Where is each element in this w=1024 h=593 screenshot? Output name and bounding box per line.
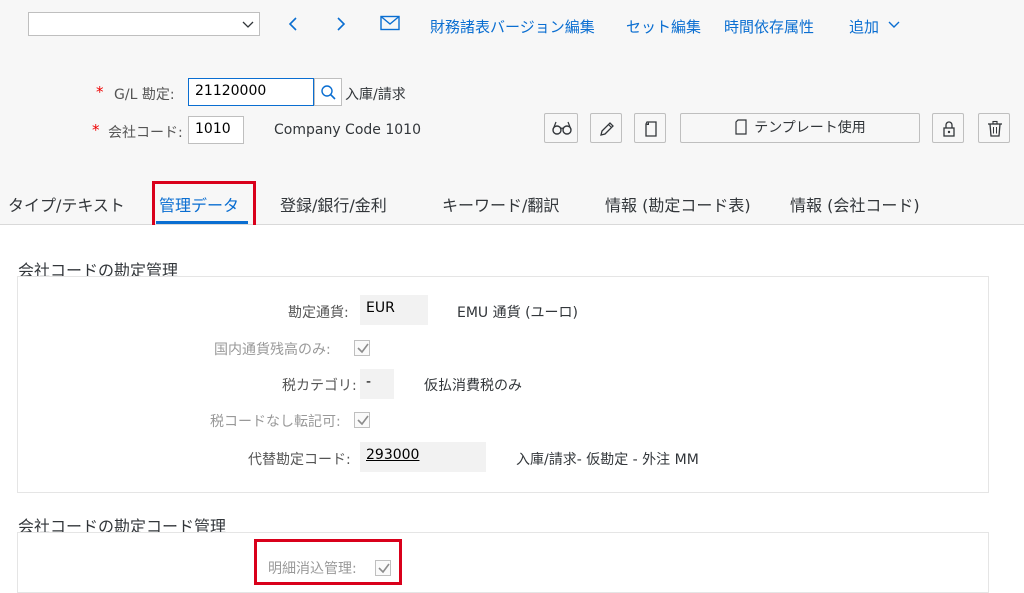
use-template-button[interactable]: テンプレート使用 [680, 113, 920, 143]
account-currency-field[interactable]: EUR [360, 295, 428, 325]
account-currency-description: EMU 通貨 (ユーロ) [457, 305, 578, 321]
use-template-label: テンプレート使用 [754, 120, 866, 136]
account-management-panel [17, 532, 989, 593]
alternative-account-field[interactable]: 293000 [360, 442, 486, 472]
trash-icon [988, 120, 1002, 137]
checkmark-icon [357, 415, 369, 426]
tab-keyword-translation[interactable]: キーワード/翻訳 [442, 192, 559, 216]
tab-info-chart-of-accounts[interactable]: 情報 (勘定コード表) [605, 192, 751, 216]
chevron-down-icon [242, 21, 254, 28]
value-help-button[interactable] [314, 78, 342, 106]
posting-without-tax-label: 税コードなし転記可: [210, 414, 341, 430]
tab-type-text[interactable]: タイプ/テキスト [8, 192, 125, 216]
glasses-icon [552, 121, 572, 135]
gl-account-input[interactable]: 21120000 [188, 78, 314, 106]
lock-button[interactable] [932, 113, 964, 143]
display-button[interactable] [544, 113, 578, 143]
delete-button[interactable] [978, 113, 1010, 143]
edit-set-link[interactable]: セット編集 [626, 16, 701, 37]
account-currency-label: 勘定通貨: [288, 305, 349, 321]
tab-create-bank-interest[interactable]: 登録/銀行/金利 [280, 192, 387, 216]
document-icon [645, 121, 657, 137]
alternative-account-description: 入庫/請求- 仮勘定 - 外注 MM [516, 452, 699, 468]
required-marker: * [92, 121, 100, 139]
add-menu-link[interactable]: 追加 [849, 16, 879, 37]
tax-category-field[interactable]: - [360, 369, 394, 399]
gl-account-description: 入庫/請求 [345, 87, 406, 103]
local-currency-balance-label: 国内通貨残高のみ: [214, 342, 331, 358]
next-icon[interactable] [334, 14, 348, 34]
local-currency-balance-checkbox[interactable] [354, 340, 370, 356]
edit-fs-version-link[interactable]: 財務諸表バージョン編集 [430, 16, 595, 37]
tax-category-description: 仮払消費税のみ [424, 378, 522, 394]
value-help-icon [321, 85, 336, 100]
gl-account-label: G/L 勘定: [114, 87, 175, 103]
tab-info-company-code[interactable]: 情報 (会社コード) [790, 192, 920, 216]
toolbar: 財務諸表バージョン編集 セット編集 時間依存属性 追加 [0, 0, 1024, 55]
lock-icon [943, 121, 955, 137]
document-icon [735, 119, 747, 135]
alternative-account-label: 代替勘定コード: [248, 452, 351, 468]
company-code-description: Company Code 1010 [274, 122, 421, 138]
checkmark-icon [357, 343, 369, 354]
time-dependent-attributes-link[interactable]: 時間依存属性 [724, 16, 814, 37]
company-code-label: 会社コード: [108, 125, 183, 141]
version-dropdown[interactable] [28, 12, 260, 36]
pencil-icon [600, 122, 614, 136]
chevron-down-icon[interactable] [887, 18, 901, 32]
tax-category-label: 税カテゴリ: [282, 378, 357, 394]
posting-without-tax-checkbox[interactable] [354, 412, 370, 428]
highlight-box-tab [152, 181, 256, 231]
create-button[interactable] [634, 113, 666, 143]
highlight-box-open-item [254, 539, 402, 585]
previous-icon[interactable] [286, 14, 300, 34]
company-code-input[interactable]: 1010 [188, 116, 244, 144]
mail-icon[interactable] [380, 15, 400, 31]
edit-button[interactable] [590, 113, 622, 143]
required-marker: * [96, 83, 104, 101]
